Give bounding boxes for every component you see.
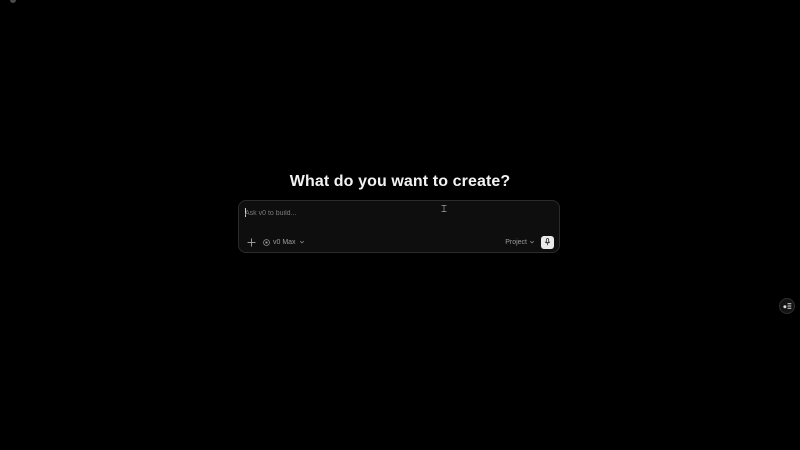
project-selector-button[interactable]: Project — [505, 239, 535, 246]
feedback-button[interactable] — [779, 298, 795, 314]
project-label: Project — [505, 238, 527, 246]
page: What do you want to create? ⌶ v0 Max — [0, 0, 800, 450]
model-icon — [263, 238, 270, 246]
add-attachment-button[interactable] — [245, 236, 257, 248]
plus-icon — [246, 237, 256, 247]
corner-indicator — [10, 0, 16, 3]
page-title: What do you want to create? — [289, 173, 511, 190]
microphone-icon — [544, 238, 551, 246]
prompt-input[interactable] — [245, 206, 545, 220]
model-selector-button[interactable]: v0 Max — [263, 239, 305, 246]
ibeam-cursor-icon: ⌶ — [441, 204, 447, 215]
voice-input-button[interactable] — [541, 235, 554, 249]
model-label: v0 Max — [273, 238, 296, 246]
chevron-down-icon — [529, 240, 535, 244]
prompt-box: ⌶ v0 Max Project — [238, 200, 560, 253]
chevron-down-icon — [299, 240, 304, 244]
feedback-icon — [782, 303, 791, 309]
prompt-toolbar: v0 Max Project — [245, 235, 554, 249]
